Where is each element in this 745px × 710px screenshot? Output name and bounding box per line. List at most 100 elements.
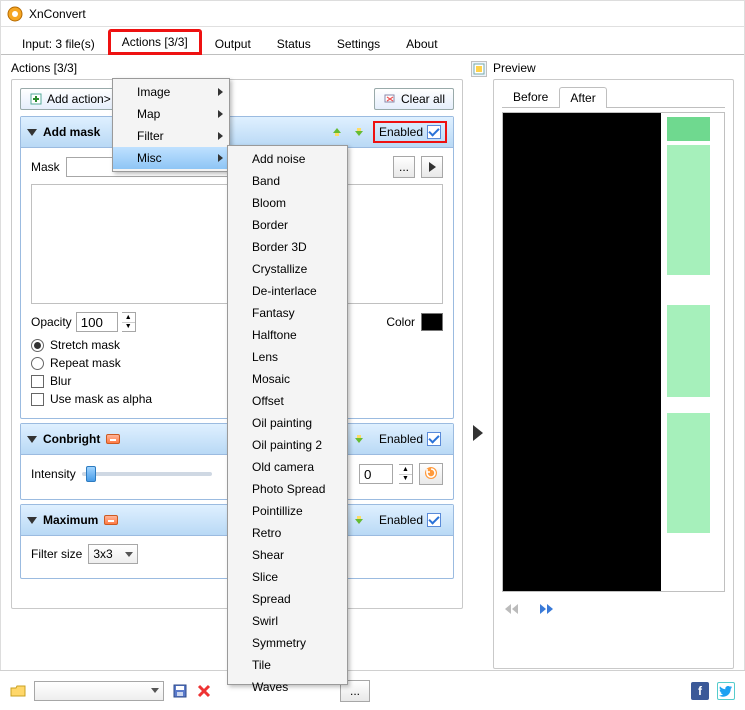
enabled-toggle-maximum[interactable]: Enabled (373, 509, 447, 531)
preview-tab-before[interactable]: Before (502, 86, 559, 107)
menu-item-image[interactable]: Image (113, 81, 229, 103)
twitter-icon[interactable] (717, 682, 735, 700)
misc-fantasy[interactable]: Fantasy (228, 302, 347, 324)
misc-border[interactable]: Border (228, 214, 347, 236)
intensity-label: Intensity (31, 467, 76, 481)
collapse-icon (27, 517, 37, 524)
misc-oil-painting[interactable]: Oil painting (228, 412, 347, 434)
action-header-addmask[interactable]: Add mask Enabled (21, 117, 453, 148)
misc-photo-spread[interactable]: Photo Spread (228, 478, 347, 500)
preview-image-side (661, 113, 724, 591)
slider-thumb[interactable] (86, 466, 96, 482)
menu-item-map[interactable]: Map (113, 103, 229, 125)
clear-icon (383, 92, 397, 106)
collapse-icon (27, 436, 37, 443)
open-folder-icon[interactable] (10, 683, 26, 699)
misc-crystallize[interactable]: Crystallize (228, 258, 347, 280)
enabled-checkbox[interactable] (427, 125, 441, 139)
plus-icon (29, 92, 43, 106)
remove-action-icon[interactable] (106, 434, 120, 444)
intensity-spinner[interactable]: ▲▼ (399, 464, 413, 484)
menu-item-filter[interactable]: Filter (113, 125, 229, 147)
delete-icon[interactable] (196, 683, 212, 699)
facebook-icon[interactable]: f (691, 682, 709, 700)
misc-swirl[interactable]: Swirl (228, 610, 347, 632)
mask-browse-button[interactable]: ... (393, 156, 415, 178)
app-title: XnConvert (29, 7, 86, 21)
misc-add-noise[interactable]: Add noise (228, 148, 347, 170)
move-down-icon[interactable] (351, 124, 367, 140)
move-down-icon[interactable] (351, 431, 367, 447)
actions-section-title: Actions [3/3] (11, 61, 463, 75)
enabled-toggle-addmask[interactable]: Enabled (373, 121, 447, 143)
misc-pointillize[interactable]: Pointillize (228, 500, 347, 522)
menu-item-misc[interactable]: Misc (113, 147, 229, 169)
clear-all-label: Clear all (401, 92, 445, 106)
intensity-slider[interactable] (82, 472, 212, 476)
tab-settings[interactable]: Settings (324, 32, 393, 55)
enabled-checkbox[interactable] (427, 513, 441, 527)
misc-spread[interactable]: Spread (228, 588, 347, 610)
opacity-input[interactable] (76, 312, 118, 332)
misc-shear[interactable]: Shear (228, 544, 347, 566)
next-image-button[interactable] (534, 600, 556, 618)
preview-fieldset: Before After (493, 79, 734, 669)
main-tabstrip: Input: 3 file(s) Actions [3/3] Output St… (1, 27, 744, 55)
enabled-checkbox[interactable] (427, 432, 441, 446)
add-action-label: Add action> (47, 92, 111, 106)
save-icon[interactable] (172, 683, 188, 699)
preset-select[interactable] (34, 681, 164, 701)
action-title-maximum: Maximum (43, 513, 98, 527)
misc-oil-painting-2[interactable]: Oil painting 2 (228, 434, 347, 456)
preview-tab-after[interactable]: After (559, 87, 606, 108)
enabled-toggle-conbright[interactable]: Enabled (373, 428, 447, 450)
enabled-label: Enabled (379, 125, 423, 139)
misc-lens[interactable]: Lens (228, 346, 347, 368)
collapse-icon (27, 129, 37, 136)
mask-play-button[interactable] (421, 156, 443, 178)
app-icon (7, 6, 23, 22)
expand-arrow-icon[interactable] (473, 425, 483, 441)
misc-halftone[interactable]: Halftone (228, 324, 347, 346)
actions-fieldset: Add action> Clear all Image Map Filter M… (11, 79, 463, 609)
misc-tile[interactable]: Tile (228, 654, 347, 676)
footer: ... f (0, 670, 745, 710)
misc-offset[interactable]: Offset (228, 390, 347, 412)
titlebar: XnConvert (1, 1, 744, 27)
misc-symmetry[interactable]: Symmetry (228, 632, 347, 654)
misc-retro[interactable]: Retro (228, 522, 347, 544)
misc-mosaic[interactable]: Mosaic (228, 368, 347, 390)
opacity-label: Opacity (31, 315, 72, 329)
move-down-icon[interactable] (351, 512, 367, 528)
tab-input[interactable]: Input: 3 file(s) (9, 32, 108, 55)
filtersize-select[interactable]: 3x3 (88, 544, 138, 564)
preview-tabs: Before After (502, 86, 725, 108)
misc-de-interlace[interactable]: De-interlace (228, 280, 347, 302)
action-title-addmask: Add mask (43, 125, 100, 139)
remove-action-icon[interactable] (104, 515, 118, 525)
intensity-reset-button[interactable] (419, 463, 443, 485)
misc-bloom[interactable]: Bloom (228, 192, 347, 214)
misc-waves[interactable]: Waves (228, 676, 347, 698)
misc-old-camera[interactable]: Old camera (228, 456, 347, 478)
action-title-conbright: Conbright (43, 432, 100, 446)
tab-about[interactable]: About (393, 32, 450, 55)
tab-actions[interactable]: Actions [3/3] (108, 29, 202, 55)
play-icon (429, 162, 436, 172)
misc-band[interactable]: Band (228, 170, 347, 192)
misc-border-3d[interactable]: Border 3D (228, 236, 347, 258)
preview-canvas[interactable] (502, 112, 725, 592)
filtersize-label: Filter size (31, 547, 82, 561)
intensity-input[interactable] (359, 464, 393, 484)
tab-status[interactable]: Status (264, 32, 324, 55)
opacity-spinner[interactable]: ▲▼ (122, 312, 136, 332)
collapse-preview-button[interactable] (471, 61, 487, 77)
add-action-button[interactable]: Add action> (20, 88, 120, 110)
misc-submenu: Add noise Band Bloom Border Border 3D Cr… (227, 145, 348, 685)
tab-output[interactable]: Output (202, 32, 264, 55)
prev-image-button[interactable] (502, 600, 524, 618)
clear-all-button[interactable]: Clear all (374, 88, 454, 110)
color-swatch[interactable] (421, 313, 443, 331)
misc-slice[interactable]: Slice (228, 566, 347, 588)
move-up-icon[interactable] (329, 124, 345, 140)
